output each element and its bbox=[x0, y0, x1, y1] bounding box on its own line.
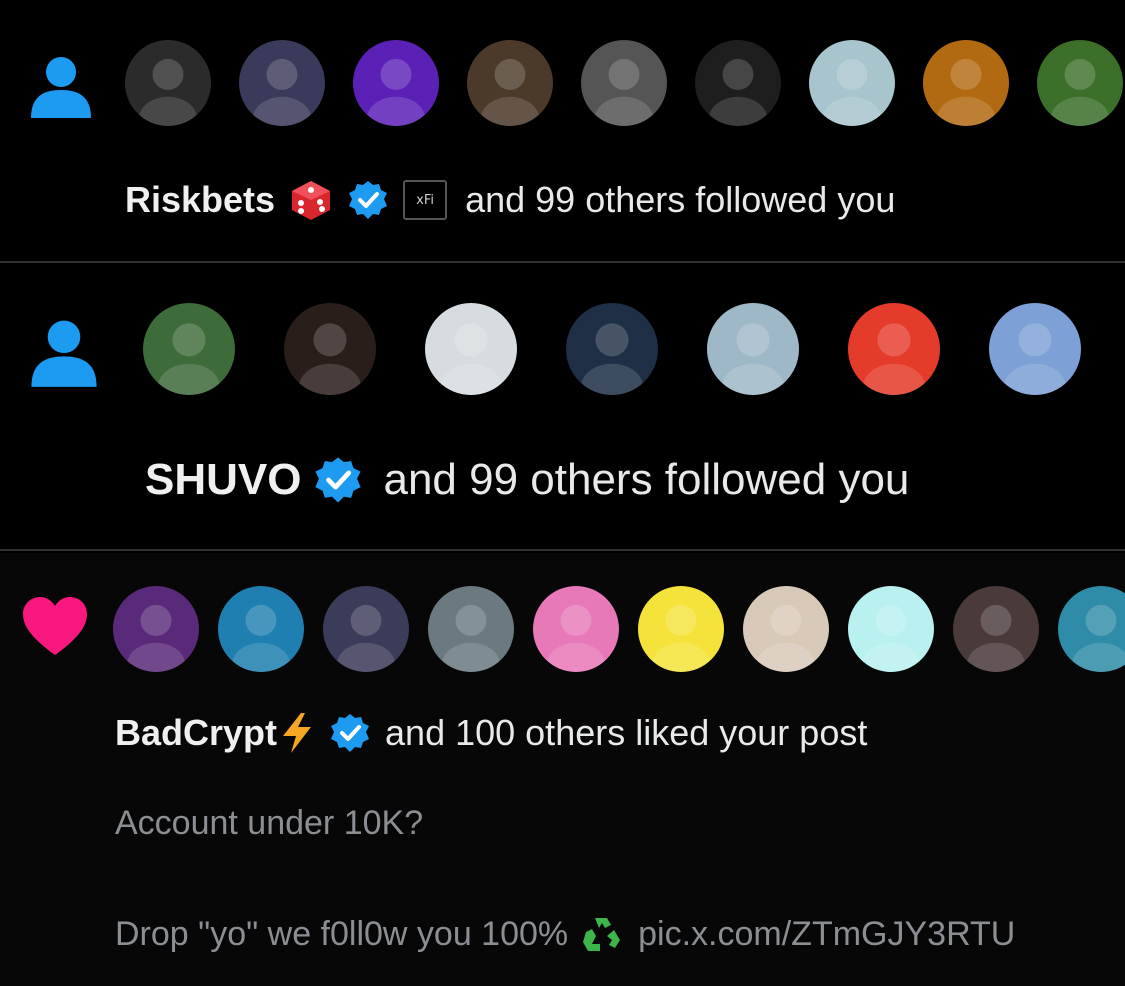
notification-text: and 99 others followed you bbox=[383, 455, 910, 504]
xfi-badge: xFi bbox=[403, 180, 448, 220]
avatar-row bbox=[143, 303, 1125, 403]
person-icon bbox=[26, 50, 96, 120]
avatar[interactable] bbox=[467, 40, 553, 126]
verified-badge-icon bbox=[313, 455, 363, 505]
avatar[interactable] bbox=[953, 586, 1039, 672]
avatar[interactable] bbox=[239, 40, 325, 126]
username[interactable]: Riskbets bbox=[125, 179, 275, 221]
avatar[interactable] bbox=[353, 40, 439, 126]
avatar[interactable] bbox=[989, 303, 1081, 395]
verified-badge-icon bbox=[329, 712, 371, 754]
notification-follow-2[interactable]: SHUVO and 99 others followed you bbox=[0, 265, 1125, 551]
post-line-1: Account under 10K? bbox=[115, 798, 423, 848]
avatar[interactable] bbox=[695, 40, 781, 126]
avatar[interactable] bbox=[707, 303, 799, 395]
notification-text: and 100 others liked your post bbox=[385, 712, 868, 753]
post-line-2: Drop "yo" we f0ll0w you 100% pic.x.com/Z… bbox=[115, 906, 1015, 962]
notification-like[interactable]: BadCrypt and 100 others liked your post … bbox=[0, 553, 1125, 986]
avatar[interactable] bbox=[218, 586, 304, 672]
avatar[interactable] bbox=[1058, 586, 1125, 672]
avatar[interactable] bbox=[923, 40, 1009, 126]
avatar[interactable] bbox=[848, 586, 934, 672]
notification-follow-1[interactable]: Riskbets xFi and 99 others followed you bbox=[0, 0, 1125, 263]
verified-badge-icon bbox=[347, 179, 389, 221]
avatar[interactable] bbox=[743, 586, 829, 672]
avatar[interactable] bbox=[638, 586, 724, 672]
notification-text: and 99 others followed you bbox=[465, 179, 896, 220]
post-link[interactable]: pic.x.com/ZTmGJY3RTU bbox=[638, 915, 1015, 954]
username[interactable]: BadCrypt bbox=[115, 712, 277, 754]
avatar-row bbox=[125, 40, 1125, 140]
person-icon bbox=[26, 313, 102, 389]
lightning-emoji bbox=[279, 711, 315, 755]
avatar[interactable] bbox=[1037, 40, 1123, 126]
heart-icon bbox=[20, 595, 90, 659]
post-text-2: Drop "yo" we f0ll0w you 100% bbox=[115, 914, 569, 953]
avatar[interactable] bbox=[566, 303, 658, 395]
recycle-icon bbox=[580, 914, 624, 954]
avatar[interactable] bbox=[533, 586, 619, 672]
username[interactable]: SHUVO bbox=[145, 455, 301, 505]
avatar-row bbox=[113, 586, 1125, 686]
avatar[interactable] bbox=[125, 40, 211, 126]
avatar[interactable] bbox=[323, 586, 409, 672]
avatar[interactable] bbox=[284, 303, 376, 395]
post-text-1: Account under 10K? bbox=[115, 803, 424, 842]
avatar[interactable] bbox=[809, 40, 895, 126]
avatar[interactable] bbox=[143, 303, 235, 395]
avatar[interactable] bbox=[428, 586, 514, 672]
avatar[interactable] bbox=[848, 303, 940, 395]
avatar[interactable] bbox=[113, 586, 199, 672]
dice-emoji bbox=[289, 178, 333, 222]
avatar[interactable] bbox=[581, 40, 667, 126]
avatar[interactable] bbox=[425, 303, 517, 395]
